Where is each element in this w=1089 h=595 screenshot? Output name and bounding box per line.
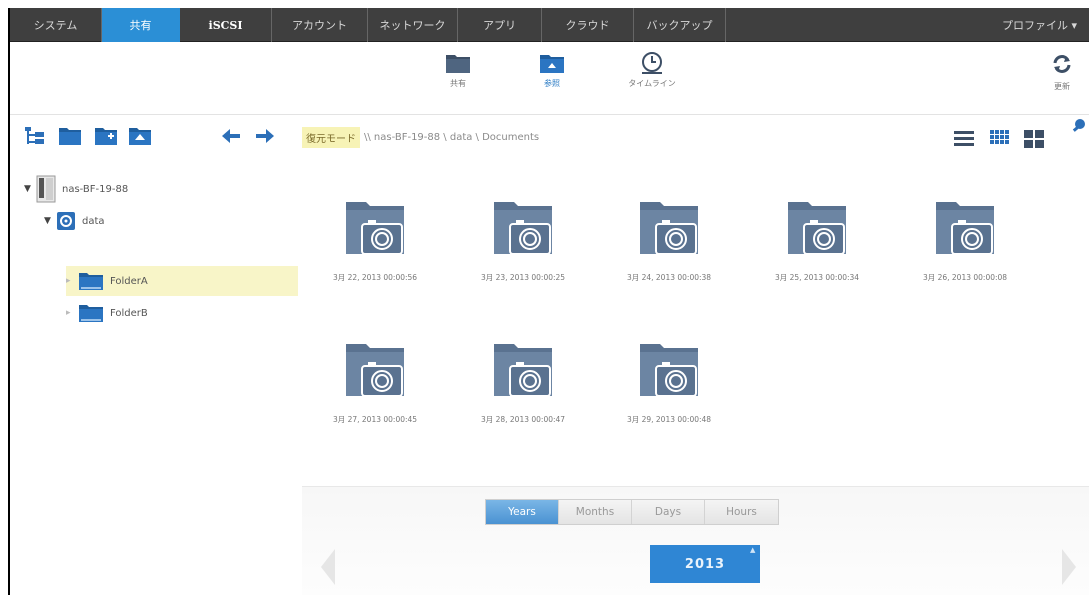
caret-right-icon[interactable]: ▸ [66, 308, 78, 318]
tree-node-folder-b[interactable]: ▸ FolderB [66, 298, 148, 328]
mode-timeline-label: タイムライン [628, 79, 676, 88]
snapshot-folder-icon [788, 202, 846, 255]
nas-device-icon [36, 175, 56, 203]
snapshot-date: 3月 25, 2013 00:00:34 [774, 273, 860, 282]
snapshot-folder-icon [640, 202, 698, 255]
mode-share-button[interactable]: 共有 [418, 51, 498, 89]
timeline-panel: Years Months Days Hours 2013 ▲ [302, 486, 1089, 595]
restore-mode-badge: 復元モード [302, 126, 360, 148]
snapshot-tile[interactable]: 3月 22, 2013 00:00:56 [310, 198, 440, 328]
snapshot-folder-icon [346, 344, 404, 397]
tab-iscsi[interactable]: iSCSI [180, 8, 272, 42]
snapshot-date: 3月 28, 2013 00:00:47 [480, 415, 566, 424]
year-label: 2013 [684, 556, 726, 572]
folder-tree: ▼ nas-BF-19-88 ▼ data ▸ FolderA ▸ Folder… [10, 158, 310, 595]
scale-months-button[interactable]: Months [559, 500, 632, 524]
tab-cloud[interactable]: クラウド [542, 8, 634, 42]
scale-years-button[interactable]: Years [486, 500, 559, 524]
tab-network[interactable]: ネットワーク [368, 8, 458, 42]
tab-shares[interactable]: 共有 [102, 8, 180, 42]
snapshot-tile[interactable]: 3月 23, 2013 00:00:25 [458, 198, 588, 328]
tree-node-volume[interactable]: ▼ data [44, 206, 105, 236]
snapshot-folder-icon [494, 202, 552, 255]
caret-down-icon[interactable]: ▼ [44, 216, 56, 226]
refresh-icon [1053, 55, 1071, 73]
scale-days-button[interactable]: Days [632, 500, 705, 524]
tree-folder-label: FolderB [110, 307, 148, 319]
folder-icon [79, 305, 103, 322]
folder-icon [79, 273, 103, 290]
folder-icon [446, 55, 470, 73]
tree-folder-label: FolderA [110, 275, 148, 287]
snapshot-tile[interactable]: 3月 29, 2013 00:00:48 [604, 340, 734, 470]
snapshot-date: 3月 26, 2013 00:00:08 [922, 273, 1008, 282]
snapshot-tile[interactable]: 3月 27, 2013 00:00:45 [310, 340, 440, 470]
mode-browse-label: 参照 [544, 79, 560, 88]
snapshot-folder-icon [640, 344, 698, 397]
snapshot-date: 3月 29, 2013 00:00:48 [626, 415, 712, 424]
folder-icon[interactable] [58, 126, 82, 146]
refresh-button[interactable]: 更新 [1047, 53, 1077, 92]
volume-icon [57, 212, 75, 230]
year-marker[interactable]: 2013 ▲ [650, 545, 760, 583]
mode-browse-button[interactable]: 参照 [512, 51, 592, 89]
snapshot-date: 3月 27, 2013 00:00:45 [332, 415, 418, 424]
tree-device-label: nas-BF-19-88 [62, 183, 129, 195]
timeline-next-icon[interactable] [1061, 547, 1077, 587]
snapshot-folder-icon [346, 202, 404, 255]
top-nav: システム 共有 iSCSI アカウント ネットワーク アプリ クラウド バックア… [10, 8, 1089, 42]
snapshot-date: 3月 24, 2013 00:00:38 [626, 273, 712, 282]
tab-system[interactable]: システム [10, 8, 102, 42]
tab-accounts[interactable]: アカウント [272, 8, 368, 42]
snapshot-folder-icon [494, 344, 552, 397]
profile-menu[interactable]: プロファイル ▾ [959, 8, 1089, 42]
caret-down-icon[interactable]: ▼ [24, 184, 36, 194]
snapshot-tile[interactable]: 3月 26, 2013 00:00:08 [900, 198, 1030, 328]
snapshot-tile[interactable]: 3月 25, 2013 00:00:34 [752, 198, 882, 328]
tab-backup[interactable]: バックアップ [634, 8, 726, 42]
list-view-icon[interactable] [954, 130, 974, 148]
marker-handle-icon: ▲ [750, 546, 757, 554]
snapshot-tile[interactable]: 3月 28, 2013 00:00:47 [458, 340, 588, 470]
timeline-prev-icon[interactable] [320, 547, 336, 587]
large-icons-view-icon[interactable] [1024, 130, 1044, 148]
folder-upload-icon[interactable] [128, 126, 152, 146]
scale-hours-button[interactable]: Hours [705, 500, 778, 524]
app-window: システム 共有 iSCSI アカウント ネットワーク アプリ クラウド バックア… [8, 8, 1089, 595]
small-icons-view-icon[interactable] [990, 130, 1010, 148]
mode-bar: 共有 参照 タイムライン 更新 [10, 43, 1089, 115]
timeline-scale-selector: Years Months Days Hours [485, 499, 779, 525]
refresh-label: 更新 [1054, 82, 1070, 91]
tree-node-device[interactable]: ▼ nas-BF-19-88 [24, 174, 128, 204]
clock-icon [642, 52, 662, 74]
tree-view-icon[interactable] [24, 126, 46, 146]
mode-share-label: 共有 [450, 79, 466, 88]
mode-timeline-button[interactable]: タイムライン [612, 51, 692, 89]
toolbar: 復元モード \\ nas-BF-19-88 \ data \ Documents [10, 116, 1089, 156]
forward-arrow-icon[interactable] [254, 126, 276, 146]
caret-right-icon[interactable]: ▸ [66, 276, 78, 286]
folder-browse-icon [540, 55, 564, 73]
snapshot-tile[interactable]: 3月 24, 2013 00:00:38 [604, 198, 734, 328]
search-icon[interactable] [1072, 118, 1086, 132]
path-text: \\ nas-BF-19-88 \ data \ Documents [364, 131, 540, 143]
new-folder-icon[interactable] [94, 126, 118, 146]
snapshot-grid: 3月 22, 2013 00:00:56 3月 23, 2013 00:00:2… [310, 158, 1089, 488]
snapshot-folder-icon [936, 202, 994, 255]
back-arrow-icon[interactable] [220, 126, 242, 146]
tree-node-folder-a[interactable]: ▸ FolderA [66, 266, 298, 296]
tab-apps[interactable]: アプリ [458, 8, 542, 42]
tree-volume-label: data [82, 215, 105, 227]
snapshot-date: 3月 22, 2013 00:00:56 [332, 273, 418, 282]
snapshot-date: 3月 23, 2013 00:00:25 [480, 273, 566, 282]
breadcrumb: 復元モード \\ nas-BF-19-88 \ data \ Documents [302, 126, 539, 148]
